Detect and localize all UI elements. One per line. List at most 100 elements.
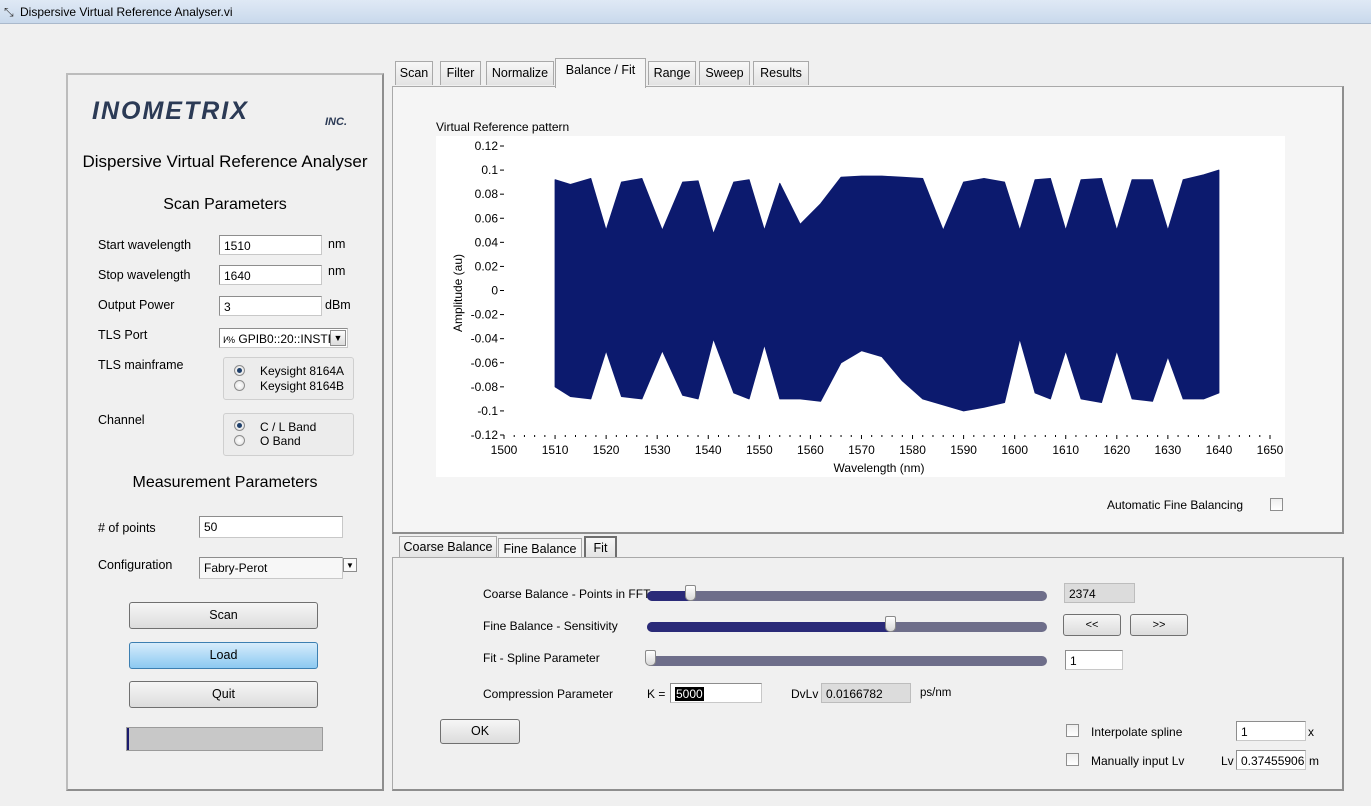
- manual-lv-checkbox[interactable]: [1066, 753, 1079, 766]
- app-title: Dispersive Virtual Reference Analyser: [82, 152, 368, 171]
- interpolate-spline-checkbox[interactable]: [1066, 724, 1079, 737]
- channel-radio-cl-band[interactable]: [234, 420, 245, 431]
- fit-spline-slider[interactable]: [647, 656, 1047, 666]
- ok-button[interactable]: OK: [440, 719, 520, 744]
- progress-fill: [127, 728, 129, 750]
- k-input[interactable]: 5000: [670, 683, 762, 703]
- y-tick-label: 0.02: [475, 259, 499, 273]
- title-bar: ⤡ Dispersive Virtual Reference Analyser.…: [0, 0, 1371, 24]
- x-tick-label: 1520: [593, 443, 620, 457]
- x-tick-label: 1550: [746, 443, 773, 457]
- scan-parameters-title: Scan Parameters: [163, 196, 287, 213]
- tls-port-value: GPIB0::20::INSTR: [238, 332, 337, 346]
- decrease-button[interactable]: <<: [1063, 614, 1121, 636]
- k-label: K =: [647, 687, 666, 701]
- y-tick-label: -0.08: [471, 380, 499, 394]
- interpolate-spline-unit: x: [1308, 725, 1314, 739]
- y-tick-label: 0.06: [475, 211, 499, 225]
- tab-scan[interactable]: Scan: [395, 61, 433, 85]
- mainframe-radio-8164a[interactable]: [234, 365, 245, 376]
- tab-normalize[interactable]: Normalize: [486, 61, 554, 85]
- x-tick-label: 1540: [695, 443, 722, 457]
- y-tick-label: 0.12: [475, 139, 499, 153]
- start-wavelength-input[interactable]: 1510: [219, 235, 322, 255]
- dvlv-value: 0.0166782: [821, 683, 911, 703]
- coarse-balance-slider[interactable]: [647, 591, 1047, 601]
- x-tick-label: 1620: [1103, 443, 1130, 457]
- series-envelope-0: [554, 169, 1220, 412]
- start-wavelength-label: Start wavelength: [98, 238, 192, 252]
- chevron-down-icon[interactable]: ▼: [330, 330, 346, 346]
- lv-label: Lv: [1221, 754, 1234, 768]
- x-tick-label: 1610: [1052, 443, 1079, 457]
- interpolate-spline-input[interactable]: 1: [1236, 721, 1306, 741]
- x-tick-label: 1590: [950, 443, 977, 457]
- mainframe-radio-8164b[interactable]: [234, 380, 245, 391]
- configuration-select[interactable]: Fabry-Perot: [199, 557, 343, 579]
- stop-wavelength-unit: nm: [328, 264, 346, 278]
- channel-option-cl-band: C / L Band: [260, 420, 317, 434]
- output-power-unit: dBm: [325, 298, 351, 312]
- fit-slider-thumb[interactable]: [645, 650, 656, 666]
- coarse-balance-value: 2374: [1064, 583, 1135, 603]
- channel-label: Channel: [98, 413, 145, 427]
- quit-button[interactable]: Quit: [129, 681, 318, 708]
- measurement-parameters-title: Measurement Parameters: [132, 474, 318, 491]
- load-button[interactable]: Load: [129, 642, 318, 669]
- tls-port-select[interactable]: I⁄% GPIB0::20::INSTR: [219, 328, 348, 348]
- points-label: # of points: [98, 521, 156, 535]
- y-tick-label: 0.08: [475, 187, 499, 201]
- tab-results[interactable]: Results: [753, 61, 809, 85]
- subtab-fit[interactable]: Fit: [584, 536, 617, 558]
- output-power-label: Output Power: [98, 298, 175, 312]
- virtual-reference-chart: 0.12 0.1 0.08 0.06 0.04 0.02 0 -0.02 -0.04 -0.06 -…: [451, 139, 1284, 475]
- scan-button[interactable]: Scan: [129, 602, 318, 629]
- tab-filter[interactable]: Filter: [440, 61, 481, 85]
- chevron-down-icon[interactable]: ▼: [343, 558, 357, 572]
- logo-text: INOMETRIX: [92, 97, 249, 125]
- y-tick-label: 0: [491, 284, 498, 298]
- subtab-fine-balance[interactable]: Fine Balance: [498, 538, 582, 558]
- lv-input[interactable]: 0.374559062: [1236, 750, 1306, 770]
- manual-lv-label: Manually input Lv: [1091, 754, 1185, 768]
- fine-slider-fill: [647, 622, 893, 632]
- coarse-slider-thumb[interactable]: [685, 585, 696, 601]
- k-input-value: 5000: [675, 687, 704, 701]
- tls-mainframe-label: TLS mainframe: [98, 358, 184, 372]
- fit-spline-input[interactable]: 1: [1065, 650, 1123, 670]
- tab-range[interactable]: Range: [648, 61, 696, 85]
- x-tick-label: 1630: [1155, 443, 1182, 457]
- x-tick-label: 1530: [644, 443, 671, 457]
- stop-wavelength-input[interactable]: 1640: [219, 265, 322, 285]
- output-power-input[interactable]: 3: [219, 296, 322, 316]
- subtab-coarse-balance[interactable]: Coarse Balance: [399, 536, 497, 558]
- start-wavelength-unit: nm: [328, 237, 346, 251]
- tab-sweep[interactable]: Sweep: [699, 61, 750, 85]
- y-axis-label: Amplitude (au): [451, 254, 465, 332]
- increase-button[interactable]: >>: [1130, 614, 1188, 636]
- x-tick-label: 1510: [542, 443, 569, 457]
- automatic-fine-balancing-label: Automatic Fine Balancing: [1107, 498, 1244, 512]
- compression-label: Compression Parameter: [483, 687, 614, 701]
- tab-balance-fit[interactable]: Balance / Fit: [555, 58, 646, 88]
- y-tick-label: -0.06: [471, 356, 499, 370]
- x-tick-label: 1650: [1257, 443, 1284, 457]
- progress-bar: [126, 727, 323, 751]
- lv-unit: m: [1309, 754, 1319, 768]
- x-tick-label: 1580: [899, 443, 926, 457]
- channel-radio-o-band[interactable]: [234, 435, 245, 446]
- y-tick-label: -0.12: [471, 428, 499, 442]
- fine-balance-slider[interactable]: [647, 622, 1047, 632]
- interpolate-spline-label: Interpolate spline: [1091, 725, 1183, 739]
- mainframe-option-8164b: Keysight 8164B: [260, 379, 345, 393]
- y-tick-label: -0.1: [477, 404, 498, 418]
- points-input[interactable]: 50: [199, 516, 343, 538]
- automatic-fine-balancing-checkbox[interactable]: [1270, 498, 1283, 511]
- x-tick-label: 1560: [797, 443, 824, 457]
- fine-slider-thumb[interactable]: [885, 616, 896, 632]
- chart-plot-area: [554, 169, 1220, 412]
- x-axis-label: Wavelength (nm): [834, 461, 925, 475]
- visa-resource-icon: I⁄%: [223, 335, 236, 345]
- dvlv-unit: ps/nm: [920, 687, 952, 699]
- logo-suffix: INC.: [325, 116, 347, 127]
